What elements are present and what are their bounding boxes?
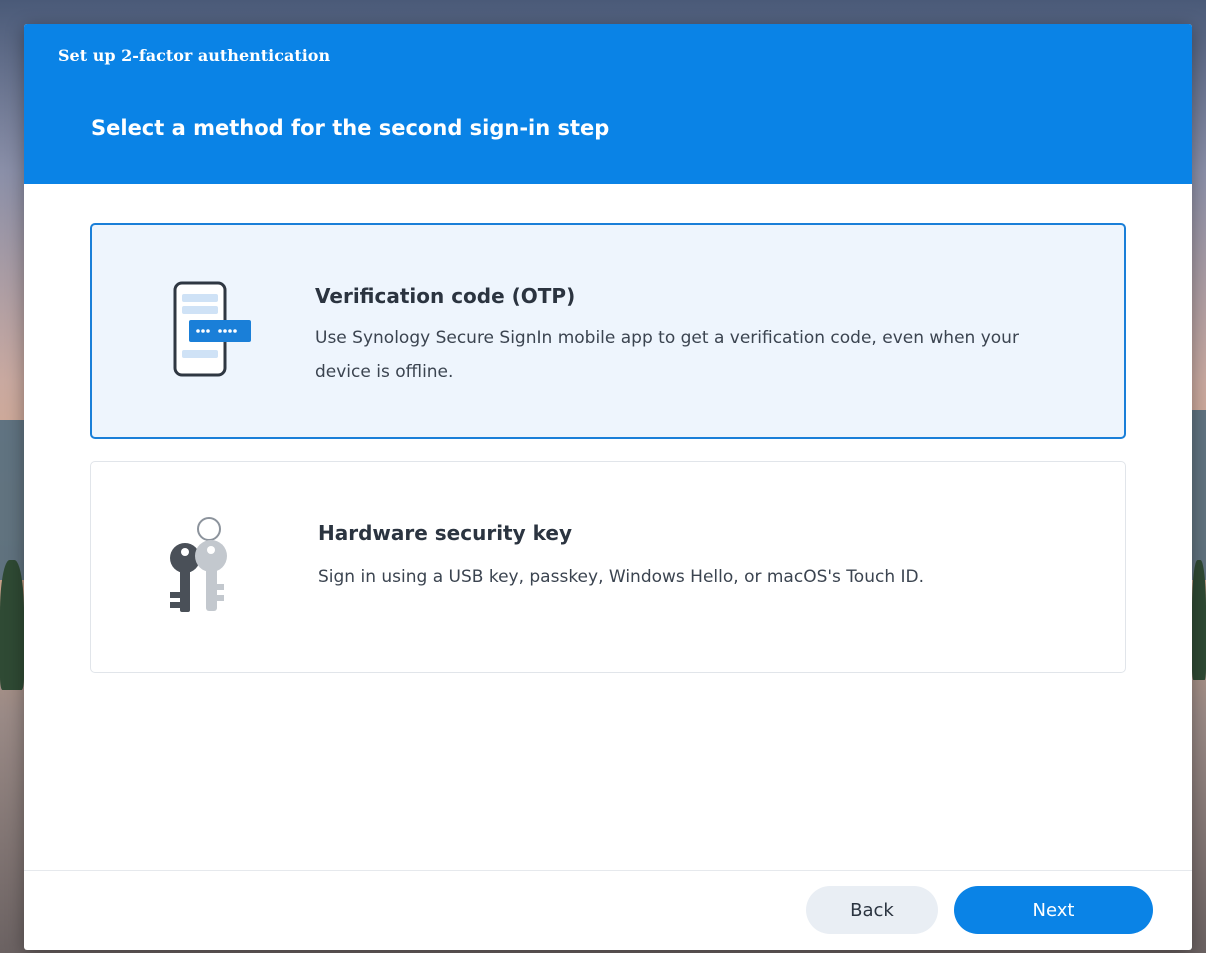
background-tree-left	[0, 560, 24, 690]
setup-2fa-dialog: Set up 2-factor authentication Select a …	[24, 24, 1192, 950]
keys-icon	[161, 512, 241, 617]
footer-divider	[24, 870, 1192, 871]
background-building-left	[0, 420, 24, 580]
option-description: Use Synology Secure SignIn mobile app to…	[315, 328, 1019, 382]
dialog-title: Set up 2-factor authentication	[58, 46, 331, 65]
back-button[interactable]: Back	[806, 886, 938, 934]
dialog-header: Set up 2-factor authentication Select a …	[24, 24, 1192, 184]
option-title: Hardware security key	[318, 521, 572, 545]
background-tree-right	[1192, 560, 1206, 680]
option-hardware-security-key[interactable]: Hardware security key Sign in using a US…	[90, 461, 1126, 673]
next-button[interactable]: Next	[954, 886, 1153, 934]
option-description: Sign in using a USB key, passkey, Window…	[318, 567, 924, 587]
phone-otp-icon	[167, 280, 257, 380]
dialog-heading: Select a method for the second sign-in s…	[91, 116, 610, 140]
background-building-right	[1192, 410, 1206, 580]
option-title: Verification code (OTP)	[315, 284, 576, 308]
option-verification-code[interactable]: Verification code (OTP) Use Synology Sec…	[90, 223, 1126, 439]
desktop-background: Set up 2-factor authentication Select a …	[0, 0, 1206, 953]
